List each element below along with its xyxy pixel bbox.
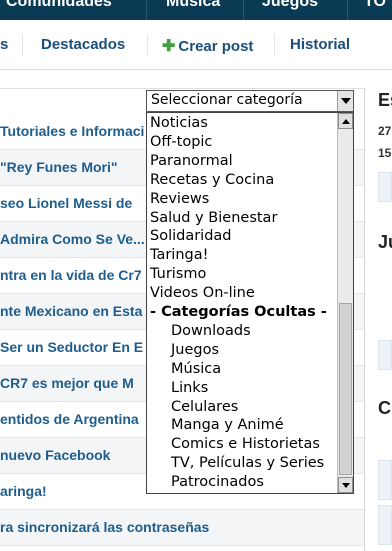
dropdown-option[interactable]: TV, Películas y Series: [171, 454, 324, 473]
post-title[interactable]: nte Mexicano en Esta: [0, 303, 142, 319]
dropdown-option[interactable]: Manga y Animé: [171, 416, 284, 435]
nav-musica[interactable]: Música: [166, 0, 220, 11]
right-stat-1: 27: [378, 124, 392, 138]
dropdown-option[interactable]: Música: [171, 360, 221, 379]
subnav-divider: [147, 34, 148, 56]
post-title[interactable]: Admira Como Se Ve...: [0, 231, 145, 247]
right-heading-1: Es: [378, 90, 392, 110]
subnav-historial[interactable]: Historial: [290, 36, 350, 53]
post-title[interactable]: ntra en la vida de Cr7: [0, 267, 142, 283]
nav-more[interactable]: TO: [364, 0, 386, 11]
right-block: [378, 172, 392, 202]
post-title[interactable]: entidos de Argentina: [0, 411, 139, 427]
crear-post-label: Crear post: [178, 38, 254, 55]
post-title[interactable]: nuevo Facebook: [0, 447, 110, 463]
top-nav: Comunidades Música Juegos TO: [0, 0, 392, 20]
post-row[interactable]: ra sincronizará las contraseñas: [0, 510, 364, 546]
nav-juegos[interactable]: Juegos: [262, 0, 318, 11]
subnav-posts[interactable]: s: [0, 36, 8, 53]
post-title[interactable]: seo Lionel Messi de: [0, 195, 132, 211]
dropdown-option[interactable]: Taringa!: [150, 246, 208, 265]
dropdown-option[interactable]: Patrocinados: [171, 473, 264, 492]
nav-divider: [243, 0, 244, 20]
dropdown-scrollbar[interactable]: [337, 113, 353, 493]
dropdown-option[interactable]: Reviews: [150, 190, 209, 209]
post-title[interactable]: Tutoriales e Informaci: [0, 123, 144, 139]
scroll-down-button[interactable]: [338, 477, 353, 493]
nav-comunidades[interactable]: Comunidades: [6, 0, 112, 11]
scroll-up-button[interactable]: [338, 113, 353, 129]
plus-icon: ✚: [162, 38, 176, 55]
category-dropdown-list: Noticias Off-topic Paranormal Recetas y Coc…: [146, 112, 354, 494]
dropdown-option[interactable]: Off-topic: [150, 133, 212, 152]
arrow-up-icon: [342, 119, 350, 124]
post-title[interactable]: ra sincronizará las contraseñas: [0, 519, 209, 535]
dropdown-option[interactable]: Comics e Historietas: [171, 435, 320, 454]
right-heading-2: Ju: [378, 232, 392, 252]
post-title[interactable]: CR7 es mejor que M: [0, 375, 134, 391]
dropdown-option[interactable]: Celulares: [171, 398, 238, 417]
subnav-destacados[interactable]: Destacados: [41, 36, 125, 53]
right-block: [378, 505, 392, 545]
nav-divider: [146, 0, 147, 20]
dropdown-option[interactable]: Videos On-line: [150, 284, 255, 303]
dropdown-option[interactable]: Turismo: [150, 265, 206, 284]
dropdown-option[interactable]: Recetas y Cocina: [150, 171, 274, 190]
right-block: [378, 460, 392, 500]
dropdown-option[interactable]: Salud y Bienestar: [150, 209, 277, 228]
dropdown-option[interactable]: Solidaridad: [150, 227, 232, 246]
right-block: [378, 340, 392, 370]
arrow-down-icon: [342, 483, 350, 488]
dropdown-option[interactable]: Noticias: [150, 114, 208, 133]
right-stat-2: 15: [378, 146, 392, 160]
dropdown-option[interactable]: Downloads: [171, 322, 251, 341]
scroll-thumb[interactable]: [339, 303, 352, 475]
category-select[interactable]: Seleccionar categoría: [146, 90, 354, 112]
subnav-divider: [22, 34, 23, 56]
post-title[interactable]: aringa!: [0, 483, 47, 499]
nav-divider: [347, 0, 348, 20]
post-title[interactable]: Ser un Seductor En E: [0, 339, 143, 355]
dropdown-option[interactable]: Paranormal: [150, 152, 233, 171]
post-title[interactable]: "Rey Funes Mori": [0, 159, 118, 175]
dropdown-optgroup-label: - Categorías Ocultas -: [150, 304, 327, 320]
dropdown-option[interactable]: Links: [171, 379, 208, 398]
dropdown-toggle[interactable]: [337, 91, 353, 111]
dropdown-option[interactable]: Juegos: [171, 341, 219, 360]
right-heading-3: C: [378, 398, 391, 418]
chevron-down-icon: [341, 98, 351, 104]
subnav-divider: [274, 34, 275, 56]
sub-nav: s Destacados ✚ Crear post Historial: [0, 20, 392, 70]
category-select-value: Seleccionar categoría: [151, 92, 303, 108]
subnav-crear-post[interactable]: ✚ Crear post: [162, 36, 253, 56]
